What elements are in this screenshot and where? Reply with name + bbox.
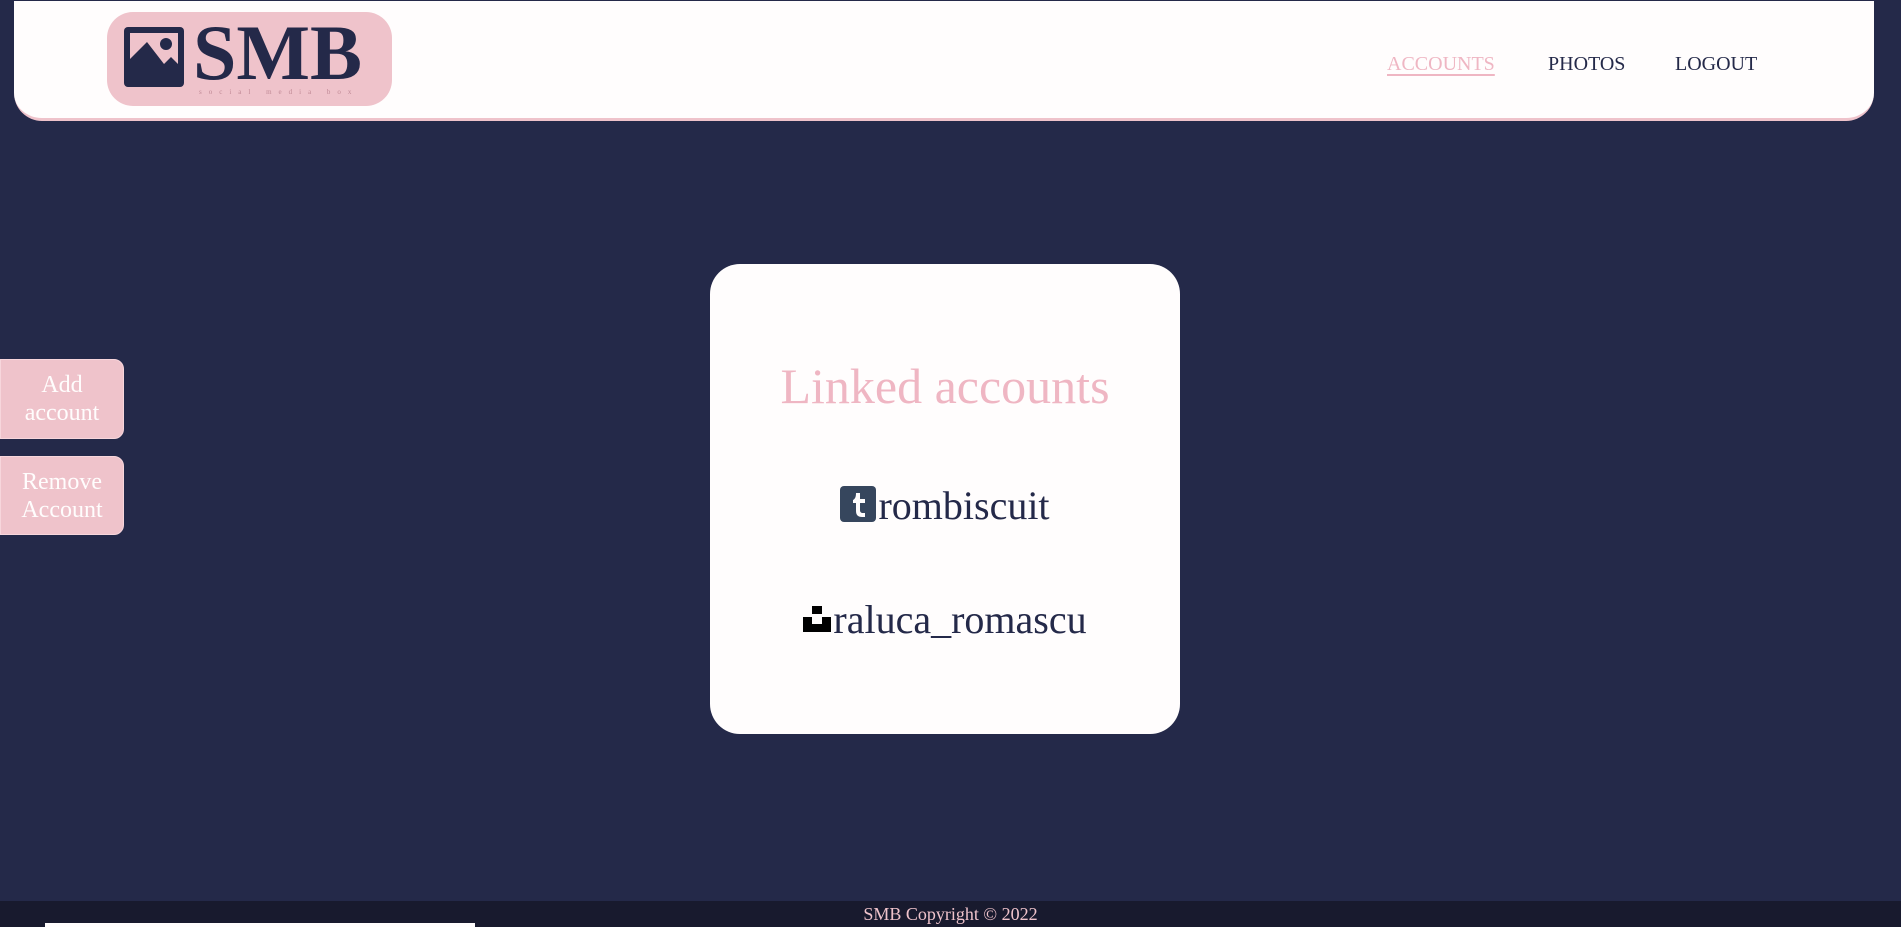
account-item[interactable]: rombiscuit: [710, 482, 1180, 529]
logo-tagline: social media box: [199, 88, 359, 96]
remove-account-button[interactable]: Remove Account: [0, 456, 124, 535]
tumblr-icon: [840, 485, 877, 522]
footer-copyright: SMB Copyright © 2022: [863, 904, 1038, 924]
unsplash-icon: [803, 605, 832, 632]
nav-logout[interactable]: LOGOUT: [1675, 53, 1757, 76]
linked-accounts-card: Linked accounts rombiscuit raluca_romasc…: [710, 264, 1180, 734]
logo[interactable]: SMB social media box: [107, 12, 392, 106]
top-header: SMB social media box ACCOUNTS PHOTOS LOG…: [14, 1, 1874, 121]
logo-text: SMB: [193, 9, 363, 96]
account-item[interactable]: raluca_romascu: [710, 596, 1180, 643]
image-icon: [124, 27, 184, 87]
nav-photos[interactable]: PHOTOS: [1548, 53, 1625, 76]
account-name: raluca_romascu: [833, 597, 1087, 642]
scrollbar[interactable]: [45, 923, 475, 927]
nav-accounts[interactable]: ACCOUNTS: [1387, 53, 1495, 76]
card-title: Linked accounts: [780, 358, 1110, 414]
add-account-button[interactable]: Add account: [0, 359, 124, 439]
footer: SMB Copyright © 2022: [0, 901, 1901, 927]
account-name: rombiscuit: [878, 483, 1050, 528]
